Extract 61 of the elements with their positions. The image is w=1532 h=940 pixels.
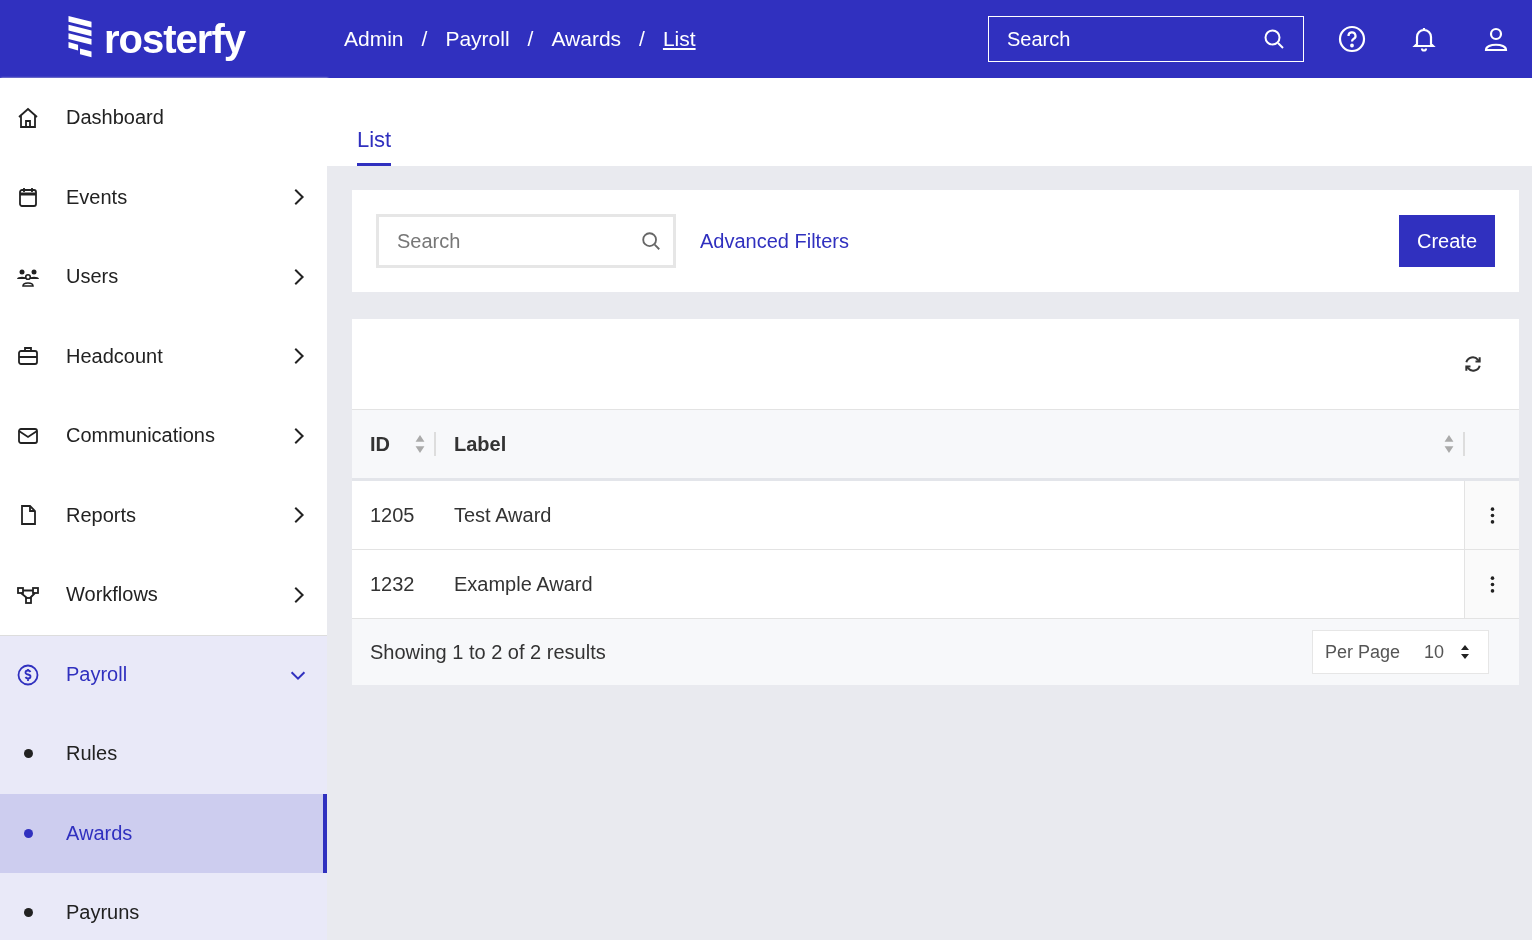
breadcrumb-separator: / bbox=[527, 27, 534, 51]
sidebar-item[interactable]: Users bbox=[0, 237, 327, 317]
advanced-filters-link[interactable]: Advanced Filters bbox=[700, 229, 1399, 253]
sidebar-subitem[interactable]: Payruns bbox=[0, 873, 327, 940]
sidebar-item-label: Events bbox=[66, 185, 129, 209]
breadcrumb-link[interactable]: Admin bbox=[344, 27, 404, 51]
help-icon[interactable] bbox=[1338, 25, 1366, 53]
sidebar-item-label: Headcount bbox=[66, 344, 164, 368]
sidebar-item[interactable]: Dashboard bbox=[0, 78, 327, 158]
sidebar-subitem[interactable]: Awards bbox=[0, 793, 327, 873]
dollar-icon bbox=[16, 662, 40, 687]
breadcrumb-separator: / bbox=[639, 27, 645, 51]
per-page-select[interactable]: Per Page 10 bbox=[1311, 630, 1489, 674]
sidebar-item[interactable]: Reports bbox=[0, 475, 327, 555]
breadcrumb-link[interactable]: Awards bbox=[551, 27, 622, 51]
bullet-icon bbox=[24, 908, 33, 918]
logo-text: rosterfy bbox=[104, 16, 245, 62]
table-cell-text: Test Award bbox=[453, 503, 553, 527]
breadcrumb-link[interactable]: Payroll bbox=[445, 27, 510, 51]
more-icon[interactable] bbox=[1489, 506, 1495, 524]
table-cell-text: 1232 bbox=[369, 572, 416, 596]
bullet-icon bbox=[24, 749, 33, 759]
column-header-label: ID bbox=[370, 432, 391, 456]
sidebar-item-label: Payroll bbox=[66, 663, 129, 687]
breadcrumb-separator: / bbox=[421, 27, 428, 51]
results-summary: Showing 1 to 2 of 2 results bbox=[370, 640, 606, 664]
home-icon bbox=[16, 105, 40, 130]
sidebar-subitem-label: Awards bbox=[66, 821, 134, 845]
bell-icon[interactable] bbox=[1410, 25, 1438, 53]
create-button[interactable]: Create bbox=[1398, 215, 1495, 267]
sidebar-subitem-label: Rules bbox=[66, 742, 119, 766]
sidebar-item[interactable]: Workflows bbox=[0, 555, 327, 635]
sidebar-subitem[interactable]: Rules bbox=[0, 714, 327, 794]
sidebar-item-label: Workflows bbox=[66, 583, 159, 607]
more-icon[interactable] bbox=[1489, 575, 1495, 593]
table-cell-text: Example Award bbox=[453, 572, 594, 596]
refresh-icon[interactable] bbox=[1463, 354, 1483, 374]
search-field[interactable]: Search bbox=[376, 214, 676, 268]
sidebar-item-label: Reports bbox=[66, 503, 138, 527]
table-cell-text: 1205 bbox=[369, 503, 416, 527]
sidebar-item-label: Communications bbox=[66, 424, 216, 448]
search-icon bbox=[1262, 27, 1286, 51]
sidebar-item[interactable]: Events bbox=[0, 157, 327, 237]
sidebar-item-label: Users bbox=[66, 265, 120, 289]
sidebar-subitem-label: Payruns bbox=[66, 901, 141, 925]
sidebar-item[interactable]: Communications bbox=[0, 396, 327, 476]
user-icon[interactable] bbox=[1482, 25, 1510, 53]
column-header[interactable]: Label bbox=[436, 432, 1465, 456]
sidebar-item-label: Dashboard bbox=[66, 106, 165, 130]
breadcrumb-link[interactable]: List bbox=[662, 27, 696, 51]
tab[interactable]: List bbox=[357, 127, 392, 166]
sort-icon bbox=[1443, 434, 1455, 454]
sort-icon bbox=[1460, 643, 1470, 661]
bullet-icon bbox=[24, 828, 33, 838]
sort-icon bbox=[414, 434, 426, 454]
calendar-icon bbox=[16, 185, 40, 210]
column-header-label: Label bbox=[454, 432, 508, 456]
sidebar-item[interactable]: Headcount bbox=[0, 316, 327, 396]
sidebar-item[interactable]: Payroll bbox=[0, 634, 327, 714]
search-icon bbox=[640, 230, 662, 252]
column-header[interactable]: ID bbox=[352, 432, 436, 456]
